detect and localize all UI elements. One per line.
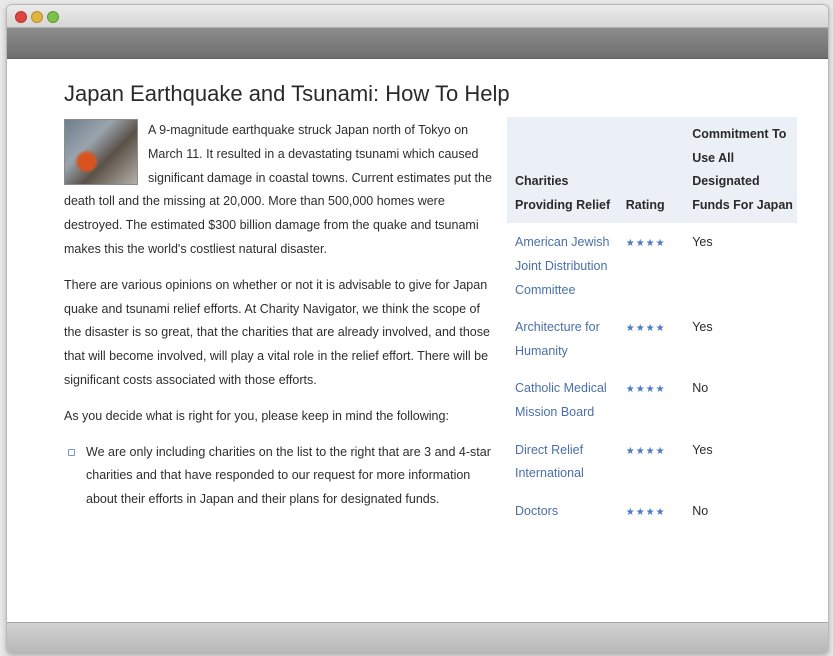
commitment-value: No <box>692 381 709 396</box>
charities-table: Charities Providing Relief Rating Commit… <box>507 117 797 530</box>
charity-link[interactable]: Doctors <box>515 504 558 518</box>
charity-link[interactable]: Direct Relief International <box>515 443 584 481</box>
star-rating: ★★★★ <box>625 445 666 457</box>
table-header-row: Charities Providing Relief Rating Commit… <box>507 117 797 224</box>
commitment-value: Yes <box>692 235 713 250</box>
status-bar <box>7 622 828 653</box>
title-bar <box>7 5 828 28</box>
charity-link[interactable]: Architecture for Humanity <box>515 320 600 358</box>
charities-panel: Charities Providing Relief Rating Commit… <box>507 117 807 530</box>
table-row: Doctors ★★★★ No <box>507 492 797 531</box>
minimize-window-icon[interactable] <box>31 11 43 23</box>
commitment-value: No <box>692 503 709 518</box>
browser-window: Japan Earthquake and Tsunami: How To Hel… <box>6 4 829 654</box>
close-window-icon[interactable] <box>15 11 27 23</box>
article-paragraph-3: As you decide what is right for you, ple… <box>64 408 449 423</box>
table-row: Direct Relief International ★★★★ Yes <box>507 431 797 492</box>
charity-link[interactable]: American Jewish Joint Distribution Commi… <box>515 235 609 296</box>
star-rating: ★★★★ <box>625 323 666 335</box>
rating-column-header: Rating <box>617 117 685 224</box>
charity-link[interactable]: Catholic Medical Mission Board <box>515 381 607 419</box>
table-row: American Jewish Joint Distribution Commi… <box>507 223 797 308</box>
star-rating: ★★★★ <box>625 238 666 250</box>
star-rating: ★★★★ <box>625 506 666 518</box>
earthquake-photo <box>64 119 138 185</box>
page-title: Japan Earthquake and Tsunami: How To Hel… <box>64 81 510 106</box>
charities-column-header: Charities Providing Relief <box>507 117 618 224</box>
article-paragraph-1: A 9-magnitude earthquake struck Japan no… <box>64 119 500 262</box>
article-paragraph-2: There are various opinions on whether or… <box>64 277 490 387</box>
article-body: A 9-magnitude earthquake struck Japan no… <box>64 119 500 512</box>
zoom-window-icon[interactable] <box>47 11 59 23</box>
toolbar <box>7 28 828 59</box>
table-row: Catholic Medical Mission Board ★★★★ No <box>507 369 797 430</box>
page-content: Japan Earthquake and Tsunami: How To Hel… <box>7 59 828 622</box>
commitment-value: Yes <box>692 320 713 335</box>
guidance-list: We are only including charities on the l… <box>64 441 500 512</box>
table-row: Architecture for Humanity ★★★★ Yes <box>507 308 797 369</box>
bullet-icon <box>68 448 75 456</box>
list-item: We are only including charities on the l… <box>68 441 500 512</box>
commitment-column-header: Commitment To Use All Designated Funds F… <box>684 117 797 224</box>
star-rating: ★★★★ <box>625 384 666 396</box>
commitment-value: Yes <box>692 442 713 457</box>
